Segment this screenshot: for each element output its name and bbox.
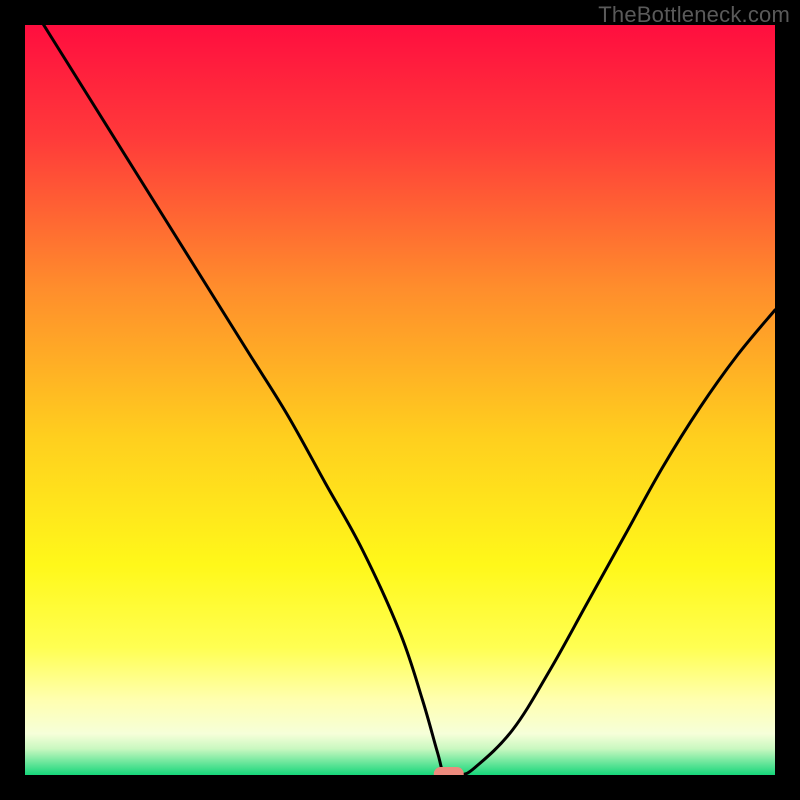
chart-frame: TheBottleneck.com	[0, 0, 800, 800]
plot-area	[25, 25, 775, 775]
chart-svg	[25, 25, 775, 775]
watermark-text: TheBottleneck.com	[598, 2, 790, 28]
optimal-marker	[434, 767, 464, 775]
gradient-background	[25, 25, 775, 775]
